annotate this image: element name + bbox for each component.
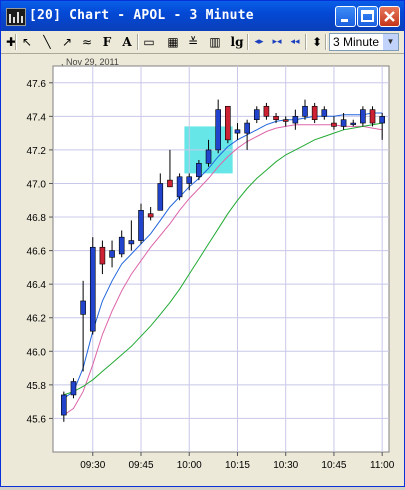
candle-body bbox=[61, 394, 67, 416]
log-scale-label[interactable]: lg bbox=[229, 33, 245, 51]
candle-body bbox=[302, 105, 308, 117]
candle-body bbox=[176, 176, 183, 198]
candle-body bbox=[273, 116, 279, 121]
maximize-button[interactable] bbox=[357, 6, 378, 27]
y-tick-label: 47.0 bbox=[27, 179, 47, 190]
zoom-icon[interactable]: ⬍ bbox=[309, 33, 325, 51]
indicator-icon[interactable]: ≚ bbox=[185, 33, 201, 51]
chart-bottom-strip bbox=[1, 478, 404, 486]
y-tick-label: 47.2 bbox=[27, 146, 47, 157]
candle-body bbox=[138, 210, 144, 241]
y-tick-label: 47.6 bbox=[27, 79, 47, 90]
toolbar-separator bbox=[137, 34, 139, 50]
candle-body bbox=[282, 119, 289, 122]
fibonacci-icon[interactable]: F bbox=[99, 33, 115, 51]
candle-body bbox=[379, 116, 385, 124]
candle-body bbox=[331, 122, 337, 127]
chart-window: [20] Chart - APOL - 3 Minute ✚ ↖ ╲ ↗ ≈ F A ▭ ▦ ≚ ▥… bbox=[0, 0, 405, 487]
toolbar-separator bbox=[305, 34, 307, 50]
candle-body bbox=[360, 109, 366, 124]
candle-body bbox=[70, 381, 77, 396]
grid-icon[interactable]: ▦ bbox=[165, 33, 181, 51]
x-tick-label: 10:45 bbox=[321, 460, 346, 471]
candle-body bbox=[253, 109, 260, 121]
candle-body bbox=[157, 183, 164, 211]
candle-body bbox=[118, 236, 125, 255]
close-icon bbox=[384, 11, 395, 22]
toolbar-separator bbox=[247, 34, 249, 50]
minimize-button[interactable] bbox=[335, 6, 356, 27]
chart-panel[interactable]: 47.6 47.4 47.2 47.0 46.8 46.6 46.4 46.2 46.0 45.8… bbox=[1, 54, 404, 486]
candle-body bbox=[292, 116, 299, 124]
date-label: , Nov 29, 2011 bbox=[61, 57, 119, 67]
x-tick-label: 10:00 bbox=[177, 460, 202, 471]
toolbar-separator bbox=[325, 34, 327, 50]
scroll-both-icon[interactable]: ◂▸ bbox=[251, 33, 267, 51]
y-tick-label: 46.4 bbox=[27, 280, 47, 291]
ray-icon[interactable]: ↗ bbox=[59, 33, 75, 51]
y-tick-label: 45.8 bbox=[27, 381, 47, 392]
line-icon[interactable]: ╲ bbox=[39, 33, 55, 51]
page-icon[interactable]: ▭ bbox=[141, 33, 157, 51]
x-tick-label: 11:00 bbox=[370, 460, 395, 471]
price-chart[interactable]: 47.6 47.4 47.2 47.0 46.8 46.6 46.4 46.2 46.0 45.8… bbox=[1, 54, 404, 486]
y-tick-label: 46.6 bbox=[27, 247, 47, 258]
candle-body bbox=[109, 250, 115, 258]
title-bar[interactable]: [20] Chart - APOL - 3 Minute bbox=[1, 1, 404, 31]
candle-body bbox=[263, 105, 270, 117]
candle-body bbox=[147, 213, 154, 218]
app-chart-icon bbox=[6, 8, 26, 26]
candle-body bbox=[311, 105, 318, 121]
candle-body bbox=[80, 300, 86, 315]
candle-body bbox=[99, 246, 106, 265]
candle-body bbox=[225, 105, 231, 141]
y-tick-label: 46.8 bbox=[27, 213, 47, 224]
candle-body bbox=[321, 109, 328, 117]
scroll-end-icon[interactable]: ◂◂ bbox=[287, 33, 303, 51]
candle-body bbox=[167, 179, 173, 188]
pointer-icon[interactable]: ↖ bbox=[19, 33, 35, 51]
interval-select[interactable]: 3 Minute ▼ bbox=[329, 33, 399, 51]
chevron-down-icon[interactable]: ▼ bbox=[383, 34, 398, 50]
window-title: [20] Chart - APOL - 3 Minute bbox=[29, 8, 254, 23]
trend-icon[interactable]: ≈ bbox=[79, 33, 95, 51]
x-tick-label: 10:15 bbox=[225, 460, 250, 471]
close-button[interactable] bbox=[379, 6, 400, 27]
candle-body bbox=[186, 176, 193, 184]
candle-body bbox=[244, 122, 250, 134]
y-tick-label: 46.0 bbox=[27, 347, 47, 358]
y-tick-label: 46.2 bbox=[27, 314, 47, 325]
x-tick-label: 10:30 bbox=[273, 460, 298, 471]
candle-body bbox=[369, 109, 376, 124]
candle-body bbox=[340, 119, 347, 127]
candle-body bbox=[196, 163, 202, 178]
x-tick-label: 09:30 bbox=[80, 460, 105, 471]
y-tick-label: 47.4 bbox=[27, 112, 47, 123]
interval-value: 3 Minute bbox=[333, 35, 380, 49]
candle-body bbox=[89, 246, 96, 332]
candle-body bbox=[350, 122, 357, 125]
candle-body bbox=[234, 129, 241, 134]
text-icon[interactable]: A bbox=[119, 33, 135, 51]
x-tick-label: 09:45 bbox=[128, 460, 153, 471]
candle-body bbox=[205, 149, 212, 164]
drawing-toolbar: ✚ ↖ ╲ ↗ ≈ F A ▭ ▦ ≚ ▥ lg ◂▸ ▸◂ ◂◂ ⬍ 3 Minute ▼ bbox=[1, 31, 404, 54]
candle-body bbox=[215, 109, 221, 151]
maximize-icon bbox=[361, 10, 374, 22]
bars-icon[interactable]: ▥ bbox=[207, 33, 223, 51]
y-tick-label: 45.6 bbox=[27, 414, 47, 425]
scroll-left-icon[interactable]: ▸◂ bbox=[269, 33, 285, 51]
candle-body bbox=[128, 240, 135, 245]
minimize-icon bbox=[341, 19, 348, 22]
toolbar-separator bbox=[15, 34, 17, 50]
